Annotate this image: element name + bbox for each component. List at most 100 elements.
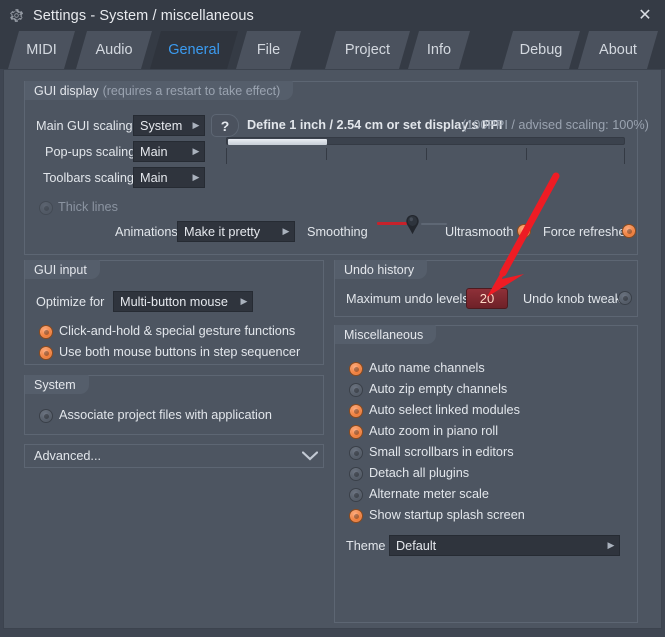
both-mouse-buttons-radio[interactable]: [39, 346, 53, 360]
settings-content: GUI display (requires a restart to take …: [3, 69, 662, 629]
chevron-down-icon: [297, 451, 323, 461]
help-button[interactable]: ?: [211, 114, 239, 137]
gear-icon: [10, 9, 24, 22]
associate-files-radio[interactable]: [39, 409, 53, 423]
group-miscellaneous-label: Miscellaneous: [344, 327, 424, 342]
group-undo-history-label: Undo history: [344, 262, 415, 277]
ultrasmooth-radio[interactable]: [517, 224, 531, 238]
group-gui-display-note: (requires a restart to take effect): [102, 83, 281, 98]
tab-audio[interactable]: Audio: [76, 31, 152, 69]
group-gui-input-title: GUI input: [25, 260, 100, 279]
group-miscellaneous: Miscellaneous Auto name channels Auto zi…: [334, 325, 638, 623]
main-gui-scaling-label: Main GUI scaling: [36, 119, 133, 133]
group-undo-history: Undo history Maximum undo levels 20 Undo…: [334, 260, 638, 317]
undo-knob-tweaks-label: Undo knob tweaks: [523, 292, 628, 306]
smoothing-track-filled: [377, 222, 407, 225]
ppi-ruler-slider[interactable]: [226, 137, 625, 165]
group-gui-input-label: GUI input: [34, 262, 87, 277]
tab-project[interactable]: Project: [325, 31, 410, 69]
animations-label: Animations: [115, 225, 178, 239]
associate-files-label: Associate project files with application: [59, 408, 272, 422]
tab-file[interactable]: File: [236, 31, 301, 69]
chevron-right-icon: ▶: [192, 172, 200, 182]
tab-bar: MIDI Audio General File Project Info Deb…: [0, 31, 665, 69]
advanced-label: Advanced...: [34, 449, 102, 463]
smoothing-slider[interactable]: [377, 215, 447, 239]
force-refreshes-radio[interactable]: [622, 224, 636, 238]
theme-select[interactable]: Default ▶: [389, 535, 620, 556]
close-icon[interactable]: ✕: [633, 4, 657, 27]
chevron-right-icon: ▶: [192, 120, 200, 130]
theme-label: Theme: [346, 539, 386, 553]
main-gui-scaling-value: System: [140, 118, 183, 133]
auto-name-channels-label: Auto name channels: [369, 361, 485, 375]
chevron-right-icon: ▶: [607, 540, 615, 550]
ppi-ruler-track[interactable]: [226, 137, 625, 145]
thick-lines-label: Thick lines: [58, 200, 118, 214]
small-scrollbars-label: Small scrollbars in editors: [369, 445, 514, 459]
settings-window: Settings - System / miscellaneous ✕ MIDI…: [0, 0, 665, 637]
small-scrollbars-radio[interactable]: [349, 446, 363, 460]
smoothing-track-empty: [421, 223, 447, 225]
show-splash-screen-label: Show startup splash screen: [369, 508, 525, 522]
window-title: Settings - System / miscellaneous: [33, 7, 254, 24]
chevron-right-icon: ▶: [282, 226, 290, 236]
smoothing-knob[interactable]: [405, 215, 420, 237]
group-gui-input: GUI input Optimize for Multi-button mous…: [24, 260, 324, 365]
ppi-hint-note: (100PPI / advised scaling: 100%): [462, 118, 649, 132]
group-gui-display-title: GUI display (requires a restart to take …: [25, 81, 294, 100]
group-system-title: System: [25, 375, 89, 394]
toolbars-scaling-value: Main: [140, 170, 168, 185]
optimize-for-select[interactable]: Multi-button mouse ▶: [113, 291, 253, 312]
ppi-ruler-fill: [228, 139, 328, 145]
tab-general[interactable]: General: [150, 31, 238, 69]
auto-zip-empty-channels-label: Auto zip empty channels: [369, 382, 508, 396]
detach-all-plugins-label: Detach all plugins: [369, 466, 470, 480]
toolbars-scaling-select[interactable]: Main ▶: [133, 167, 205, 188]
both-mouse-buttons-label: Use both mouse buttons in step sequencer: [59, 345, 301, 359]
tab-midi[interactable]: MIDI: [8, 31, 75, 69]
auto-zoom-piano-roll-radio[interactable]: [349, 425, 363, 439]
show-splash-screen-radio[interactable]: [349, 509, 363, 523]
max-undo-levels-label: Maximum undo levels: [346, 292, 469, 306]
tab-debug[interactable]: Debug: [502, 31, 580, 69]
click-and-hold-radio[interactable]: [39, 325, 53, 339]
auto-select-linked-label: Auto select linked modules: [369, 403, 520, 417]
animations-select[interactable]: Make it pretty ▶: [177, 221, 295, 242]
alternate-meter-scale-label: Alternate meter scale: [369, 487, 489, 501]
ppi-ruler-ticks: [226, 148, 625, 164]
animations-value: Make it pretty: [184, 224, 261, 239]
auto-select-linked-radio[interactable]: [349, 404, 363, 418]
force-refreshes-label: Force refreshes: [543, 225, 632, 239]
optimize-for-label: Optimize for: [36, 295, 105, 309]
optimize-for-value: Multi-button mouse: [120, 294, 228, 309]
popups-scaling-select[interactable]: Main ▶: [133, 141, 205, 162]
main-gui-scaling-select[interactable]: System ▶: [133, 115, 205, 136]
ultrasmooth-label: Ultrasmooth: [445, 225, 514, 239]
advanced-expander[interactable]: Advanced...: [24, 444, 324, 468]
auto-zip-empty-channels-radio[interactable]: [349, 383, 363, 397]
group-gui-display-label: GUI display: [34, 83, 99, 98]
chevron-right-icon: ▶: [240, 296, 248, 306]
tab-about[interactable]: About: [578, 31, 658, 69]
popups-scaling-value: Main: [140, 144, 168, 159]
max-undo-levels-input[interactable]: 20: [466, 288, 508, 309]
thick-lines-radio[interactable]: [39, 201, 53, 215]
detach-all-plugins-radio[interactable]: [349, 467, 363, 481]
group-undo-history-title: Undo history: [335, 260, 428, 279]
title-bar: Settings - System / miscellaneous ✕: [0, 0, 665, 31]
tab-info[interactable]: Info: [408, 31, 470, 69]
group-system: System Associate project files with appl…: [24, 375, 324, 435]
smoothing-label: Smoothing: [307, 225, 368, 239]
alternate-meter-scale-radio[interactable]: [349, 488, 363, 502]
undo-knob-tweaks-radio[interactable]: [618, 291, 632, 305]
toolbars-scaling-label: Toolbars scaling: [43, 171, 134, 185]
group-gui-display: GUI display (requires a restart to take …: [24, 81, 649, 255]
auto-name-channels-radio[interactable]: [349, 362, 363, 376]
group-miscellaneous-title: Miscellaneous: [335, 325, 437, 344]
click-and-hold-label: Click-and-hold & special gesture functio…: [59, 324, 296, 338]
auto-zoom-piano-roll-label: Auto zoom in piano roll: [369, 424, 499, 438]
popups-scaling-label: Pop-ups scaling: [45, 145, 136, 159]
group-system-label: System: [34, 377, 76, 392]
chevron-right-icon: ▶: [192, 146, 200, 156]
